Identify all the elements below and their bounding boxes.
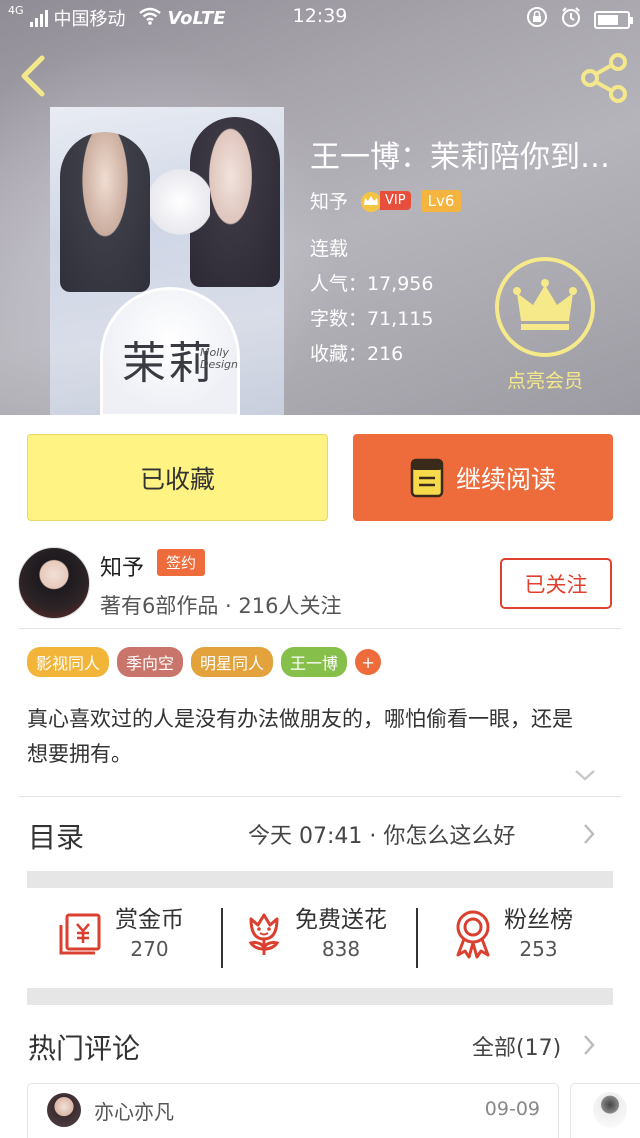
comment-card[interactable]: 亦心亦凡 09-09 xyxy=(27,1083,559,1138)
commenter-name: 亦心亦凡 xyxy=(94,1100,174,1124)
status-right xyxy=(526,6,633,33)
tag-item[interactable]: 明星同人 xyxy=(191,647,274,677)
tag-item[interactable]: 季向空 xyxy=(117,647,184,677)
author-stats: 著有6部作品 · 216人关注 xyxy=(100,594,342,618)
author-name[interactable]: 知予 xyxy=(100,550,144,582)
status-bar: 4G 中国移动 VoLTE 12:39 xyxy=(0,0,640,34)
battery-icon xyxy=(594,10,633,29)
continue-reading-button[interactable]: 继续阅读 xyxy=(353,434,613,521)
divider xyxy=(18,628,622,629)
book-popularity: 人气：17,956 xyxy=(310,273,434,295)
commenter-avatar xyxy=(47,1093,81,1127)
hot-comments-title: 热门评论 xyxy=(28,1032,141,1065)
divider xyxy=(221,908,223,968)
book-header: 4G 中国移动 VoLTE 12:39 茉莉 Molly Design 王一博：… xyxy=(0,0,640,415)
book-status: 连载 xyxy=(310,238,349,260)
share-icon xyxy=(581,53,627,103)
book-author-name[interactable]: 知予 xyxy=(310,187,348,214)
alarm-icon xyxy=(560,6,582,33)
flower-icon xyxy=(248,913,280,955)
level-badge: Lv6 xyxy=(420,189,462,212)
tag-item[interactable]: 王一博 xyxy=(281,647,348,677)
divider xyxy=(416,908,418,968)
section-separator xyxy=(27,871,613,888)
reward-coins-button[interactable]: 赏金币 270 xyxy=(55,905,184,963)
author-avatar[interactable] xyxy=(18,547,90,619)
member-label[interactable]: 点亮会员 xyxy=(480,366,610,393)
comment-card[interactable] xyxy=(570,1083,640,1138)
book-favorites: 收藏：216 xyxy=(310,343,404,365)
follow-label: 已关注 xyxy=(524,572,588,597)
book-author-row: 知予 VIP Lv6 xyxy=(310,187,462,214)
cover-brand: Molly Design xyxy=(200,346,238,371)
member-button[interactable] xyxy=(495,257,595,357)
back-button[interactable] xyxy=(14,52,54,100)
latest-chapter[interactable]: 今天 07:41 · 你怎么这么好 xyxy=(248,818,515,850)
book-word-count: 字数：71,115 xyxy=(310,308,434,330)
divider xyxy=(18,796,622,797)
all-comments-link[interactable]: 全部(17) xyxy=(472,1030,561,1062)
chevron-left-icon xyxy=(21,55,45,97)
reward-count: 270 xyxy=(130,937,169,961)
share-button[interactable] xyxy=(578,52,630,104)
cover-figure-male xyxy=(60,132,150,292)
reward-count: 838 xyxy=(321,937,361,961)
section-separator xyxy=(27,988,613,1005)
continue-reading-label: 继续阅读 xyxy=(455,464,556,494)
comment-date: 09-09 xyxy=(484,1098,540,1120)
book-title: 王一博：茉莉陪你到… xyxy=(310,140,610,175)
follow-button[interactable]: 已关注 xyxy=(500,558,612,609)
vip-label: VIP xyxy=(380,191,411,210)
send-flowers-button[interactable]: 免费送花 838 xyxy=(243,905,387,963)
book-icon xyxy=(410,458,444,497)
commenter-avatar xyxy=(593,1092,627,1128)
fan-ranking-button[interactable]: 粉丝榜 253 xyxy=(452,905,573,963)
chevron-right-icon[interactable] xyxy=(582,1033,596,1057)
expand-intro-button[interactable] xyxy=(573,767,597,783)
lock-rotation-icon xyxy=(526,6,548,33)
chevron-right-icon[interactable] xyxy=(582,822,596,846)
more-tags-button[interactable]: + xyxy=(355,649,382,675)
favorited-button[interactable]: 已收藏 xyxy=(27,434,328,521)
reward-label: 粉丝榜 xyxy=(504,907,573,933)
vip-badge: VIP xyxy=(358,190,411,212)
reward-label: 赏金币 xyxy=(115,907,184,933)
favorited-label: 已收藏 xyxy=(139,464,215,494)
chevron-down-icon xyxy=(575,770,595,781)
book-cover-image[interactable]: 茉莉 Molly Design xyxy=(50,107,284,415)
reward-count: 253 xyxy=(519,937,558,961)
tag-item[interactable]: 影视同人 xyxy=(27,647,110,677)
medal-icon xyxy=(456,910,490,959)
tag-list: 影视同人 季向空 明星同人 王一博 + xyxy=(27,647,382,677)
cover-cat xyxy=(150,167,210,237)
crown-icon xyxy=(513,279,577,330)
catalog-title[interactable]: 目录 xyxy=(28,816,84,856)
red-envelope-icon xyxy=(59,913,101,955)
book-intro: 真心喜欢过的人是没有办法做朋友的，哪怕偷看一眼，还是想要拥有。 xyxy=(27,707,573,766)
reward-label: 免费送花 xyxy=(295,907,387,933)
signed-tag: 签约 xyxy=(157,549,206,576)
